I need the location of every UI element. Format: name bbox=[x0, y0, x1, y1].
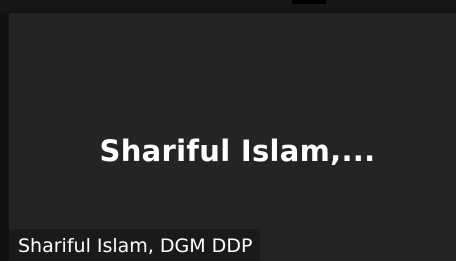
top-strip bbox=[0, 0, 456, 12]
meeting-screen: Shariful Islam,... Shariful Islam, DGM D… bbox=[0, 0, 456, 261]
participant-name-label: Shariful Islam, DGM DDP bbox=[9, 229, 261, 261]
participant-display-name: Shariful Islam,... bbox=[99, 134, 376, 168]
participant-video-tile[interactable]: Shariful Islam,... bbox=[9, 13, 456, 261]
top-notch bbox=[292, 0, 326, 4]
